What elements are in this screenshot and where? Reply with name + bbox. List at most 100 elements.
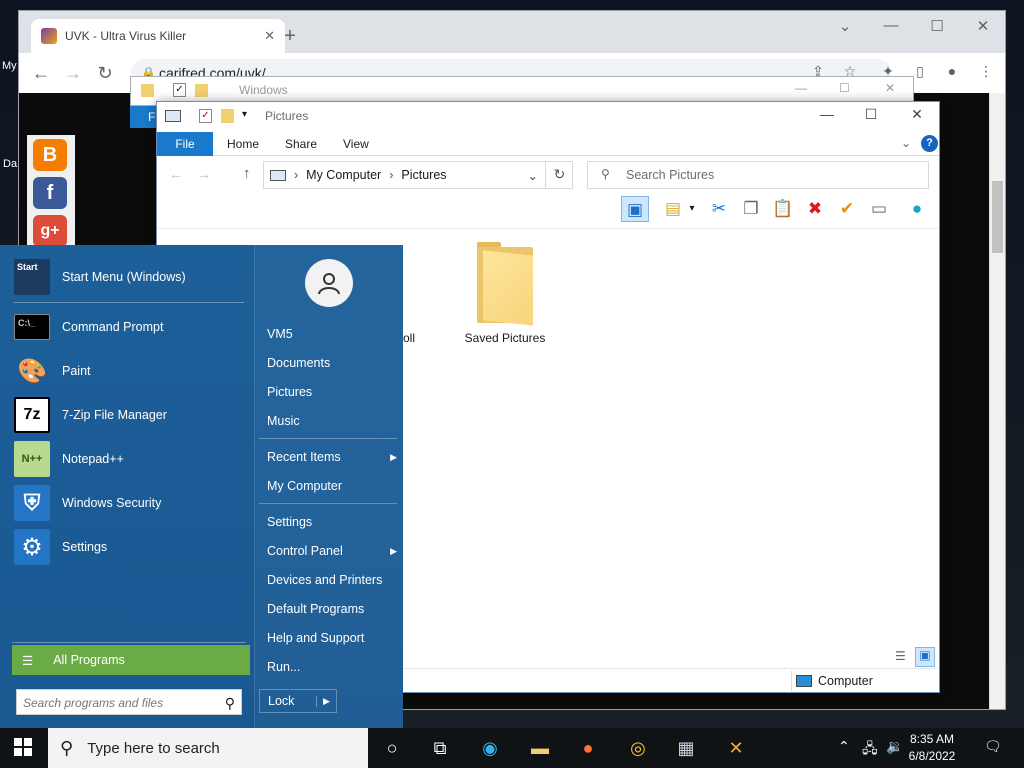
menu-item-run[interactable]: Run... bbox=[267, 654, 399, 680]
search-icon[interactable]: ⚲ bbox=[225, 690, 235, 716]
tab-view[interactable]: View bbox=[329, 132, 383, 156]
menu-item-my-computer[interactable]: My Computer bbox=[267, 473, 399, 499]
menu-item-documents[interactable]: Documents bbox=[267, 350, 399, 376]
chrome-icon[interactable]: ◎ bbox=[624, 734, 652, 762]
up-button[interactable]: ↑ bbox=[243, 165, 251, 182]
blogger-icon[interactable]: B bbox=[33, 139, 67, 171]
windows-logo-icon[interactable] bbox=[14, 738, 34, 758]
rename-check-icon[interactable]: ✔ bbox=[833, 196, 861, 222]
menu-item-music[interactable]: Music bbox=[267, 408, 399, 434]
list-icon: ☰ bbox=[22, 653, 34, 668]
preview-pane-icon[interactable]: ▣ bbox=[621, 196, 649, 222]
desktop-icon-label[interactable]: My bbox=[2, 60, 17, 72]
file-explorer-icon[interactable]: ▬ bbox=[526, 734, 554, 762]
menu-item-default-programs[interactable]: Default Programs bbox=[267, 596, 399, 622]
menu-item-pictures[interactable]: Pictures bbox=[267, 379, 399, 405]
clock[interactable]: 8:35 AM 6/8/2022 bbox=[900, 731, 964, 765]
close-button[interactable]: ✕ bbox=[963, 17, 1003, 35]
menu-item-vm5[interactable]: VM5 bbox=[267, 321, 399, 347]
taskbar-search-box[interactable]: ⚲ Type here to search bbox=[48, 728, 368, 768]
menu-item-settings[interactable]: Settings bbox=[267, 509, 399, 535]
menu-item-devices-printers[interactable]: Devices and Printers bbox=[267, 567, 399, 593]
new-item-icon[interactable]: ▤ bbox=[659, 196, 687, 222]
pinned-paint[interactable]: 🎨 Paint bbox=[14, 351, 246, 391]
pinned-settings[interactable]: ⚙ Settings bbox=[14, 527, 246, 567]
pinned-start-menu-windows[interactable]: Start Start Menu (Windows) bbox=[14, 257, 246, 297]
details-view-icon[interactable]: ☰ bbox=[895, 649, 911, 665]
back-button[interactable]: ← bbox=[29, 61, 53, 85]
pinned-7zip[interactable]: 7z 7-Zip File Manager bbox=[14, 395, 246, 435]
tab-home[interactable]: Home bbox=[213, 132, 273, 156]
start-search-input[interactable]: Search programs and files ⚲ bbox=[16, 689, 242, 715]
help-icon[interactable]: ? bbox=[921, 135, 938, 152]
new-tab-button[interactable]: + bbox=[279, 25, 301, 47]
maximize-button[interactable]: ☐ bbox=[839, 81, 850, 95]
minimize-button[interactable]: — bbox=[795, 81, 807, 95]
task-view-icon[interactable]: ⧉ bbox=[426, 734, 454, 762]
tab-close-icon[interactable]: ✕ bbox=[264, 28, 275, 44]
system-tool-icon[interactable]: ▦ bbox=[672, 734, 700, 762]
firefox-icon[interactable]: ● bbox=[574, 734, 602, 762]
cut-icon[interactable]: ✂ bbox=[705, 196, 733, 222]
paste-icon[interactable]: 📋 bbox=[769, 196, 797, 222]
address-dropdown-icon[interactable]: ⌄ bbox=[528, 168, 538, 183]
menu-icon[interactable]: ⋮ bbox=[975, 63, 997, 83]
address-row: ← → ↑ › My Computer › Pictures ⌄ ↻ Searc… bbox=[157, 157, 939, 193]
close-button[interactable]: ✕ bbox=[897, 106, 937, 123]
back-button[interactable]: ← bbox=[169, 166, 183, 182]
chevron-down-icon[interactable]: ⌄ bbox=[825, 17, 865, 35]
start-menu-right-pane: VM5 Documents Pictures Music Recent Item… bbox=[254, 245, 403, 728]
minimize-button[interactable]: — bbox=[807, 106, 847, 122]
google-plus-icon[interactable]: g+ bbox=[33, 215, 67, 247]
network-icon[interactable]: 🖧 bbox=[862, 738, 878, 762]
breadcrumb-my-computer[interactable]: My Computer bbox=[306, 168, 381, 182]
close-button[interactable]: ✕ bbox=[885, 81, 895, 95]
tab-file[interactable]: File bbox=[157, 132, 213, 156]
new-folder-icon[interactable] bbox=[221, 109, 234, 123]
breadcrumb-pictures[interactable]: Pictures bbox=[401, 168, 446, 182]
uvk-app-icon[interactable]: ✕ bbox=[722, 734, 750, 762]
qat-chevron-icon[interactable]: ▾ bbox=[242, 109, 247, 120]
delete-icon[interactable]: ✖ bbox=[801, 196, 829, 222]
ribbon-expand-icon[interactable]: ⌄ bbox=[901, 136, 911, 150]
forward-button[interactable]: → bbox=[61, 61, 85, 85]
pinned-windows-security[interactable]: ⛨ Windows Security bbox=[14, 483, 246, 523]
folder-icon bbox=[141, 84, 154, 97]
edge-icon[interactable]: ◉ bbox=[476, 734, 504, 762]
dropdown-icon[interactable]: ▾ bbox=[685, 196, 699, 222]
menu-item-recent-items[interactable]: Recent Items ▶ bbox=[267, 444, 399, 470]
breadcrumb-separator: › bbox=[389, 168, 394, 182]
notification-icon[interactable]: 🗨 bbox=[984, 738, 1002, 755]
maximize-button[interactable]: ☐ bbox=[917, 17, 957, 35]
menu-item-help-support[interactable]: Help and Support bbox=[267, 625, 399, 651]
menu-item-control-panel[interactable]: Control Panel ▶ bbox=[267, 538, 399, 564]
user-avatar[interactable] bbox=[305, 259, 353, 307]
tab-share[interactable]: Share bbox=[271, 132, 331, 156]
reload-button[interactable]: ↻ bbox=[93, 61, 117, 85]
pinned-notepad-plus[interactable]: N++ Notepad++ bbox=[14, 439, 246, 479]
rename-icon[interactable]: ▭ bbox=[865, 196, 893, 222]
cortana-icon[interactable]: ○ bbox=[378, 734, 406, 762]
facebook-icon[interactable]: f bbox=[33, 177, 67, 209]
properties-icon[interactable]: ✓ bbox=[199, 109, 212, 123]
scrollbar-thumb[interactable] bbox=[992, 181, 1003, 253]
search-input[interactable]: Search Pictures bbox=[587, 161, 929, 189]
shell-icon[interactable]: ● bbox=[903, 196, 931, 222]
ribbon-file-tab[interactable]: F bbox=[130, 106, 156, 128]
lock-button[interactable]: Lock ▶ bbox=[259, 689, 337, 713]
profile-icon[interactable]: ● bbox=[941, 63, 963, 83]
large-icons-view-icon[interactable]: ▣ bbox=[915, 647, 935, 667]
forward-button[interactable]: → bbox=[197, 166, 211, 182]
maximize-button[interactable]: ☐ bbox=[851, 106, 891, 123]
minimize-button[interactable]: — bbox=[871, 17, 911, 34]
all-programs-button[interactable]: ☰ All Programs bbox=[12, 645, 250, 675]
folder-item[interactable]: Saved Pictures bbox=[455, 242, 555, 345]
tray-expand-icon[interactable]: ⌃ bbox=[838, 738, 850, 755]
address-bar[interactable]: › My Computer › Pictures ⌄ bbox=[263, 161, 573, 189]
copy-icon[interactable]: ❐ bbox=[737, 196, 765, 222]
browser-tab[interactable]: UVK - Ultra Virus Killer ✕ bbox=[31, 19, 285, 53]
pinned-command-prompt[interactable]: C:\_ Command Prompt bbox=[14, 307, 246, 347]
desktop-icon-label[interactable]: Da bbox=[3, 158, 17, 170]
lock-arrow-icon[interactable]: ▶ bbox=[316, 695, 336, 707]
refresh-button[interactable]: ↻ bbox=[545, 161, 573, 189]
